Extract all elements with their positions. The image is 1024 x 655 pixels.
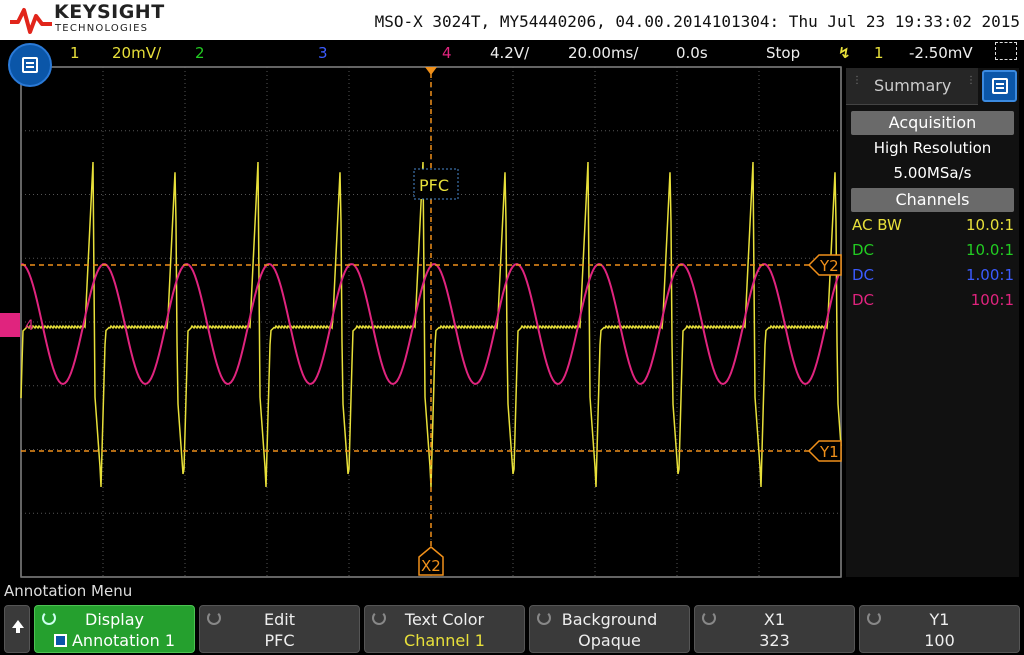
menu-up-button[interactable] bbox=[4, 605, 30, 653]
softkey-text-color[interactable]: Text Color Channel 1 bbox=[364, 605, 525, 653]
sample-rate: 5.00MSa/s bbox=[893, 164, 972, 182]
ch1-number[interactable]: 1 bbox=[70, 44, 80, 62]
summary-tab-label: Summary bbox=[874, 76, 952, 95]
svg-text:Y1: Y1 bbox=[819, 443, 839, 461]
ch4-number[interactable]: 4 bbox=[442, 44, 452, 62]
touch-zoom-icon[interactable] bbox=[995, 42, 1017, 60]
channel-row-3: DC 1.00:1 bbox=[852, 266, 1014, 284]
ch1-scale[interactable]: 20mV/ bbox=[112, 44, 161, 62]
header-bar: KEYSIGHT TECHNOLOGIES MSO-X 3024T, MY544… bbox=[0, 0, 1024, 40]
svg-text:PFC: PFC bbox=[419, 176, 449, 195]
softkey-x1[interactable]: X1 323 bbox=[694, 605, 855, 653]
brand-name: KEYSIGHT bbox=[54, 1, 165, 23]
svg-text:Y2: Y2 bbox=[819, 257, 839, 275]
waveform-display[interactable]: Y2 Y1 X2 PFC 4 bbox=[0, 66, 842, 578]
menu-title: Annotation Menu bbox=[4, 582, 133, 600]
cursor-x2-tag[interactable]: X2 bbox=[418, 546, 444, 576]
ch4-scale[interactable]: 4.2V/ bbox=[490, 44, 529, 62]
up-arrow-icon bbox=[12, 620, 24, 633]
svg-text:X2: X2 bbox=[421, 557, 441, 575]
svg-text:4: 4 bbox=[25, 318, 34, 334]
softkey-edit[interactable]: Edit PFC bbox=[199, 605, 360, 653]
checkbox-icon bbox=[53, 634, 67, 647]
trigger-position-marker[interactable] bbox=[425, 67, 437, 75]
acquisition-mode: High Resolution bbox=[873, 139, 992, 157]
softkey-background[interactable]: Background Opaque bbox=[529, 605, 690, 653]
summary-tab[interactable]: ⋮ Summary ⋮ bbox=[846, 68, 978, 105]
trigger-level[interactable]: -2.50mV bbox=[909, 44, 973, 62]
softkey-bar: Annotation Menu Display Annotation 1 Edi… bbox=[0, 580, 1024, 655]
channel-row-4: DC 100:1 bbox=[852, 291, 1014, 309]
trigger-edge-icon: ↯ bbox=[838, 44, 851, 62]
timebase[interactable]: 20.00ms/ bbox=[568, 44, 638, 62]
annotation-box[interactable]: PFC bbox=[413, 168, 459, 200]
ch4-ground-marker[interactable]: 4 bbox=[0, 313, 34, 337]
brand-subtitle: TECHNOLOGIES bbox=[55, 23, 149, 34]
acquisition-header: Acquisition bbox=[851, 111, 1014, 135]
trigger-delay[interactable]: 0.0s bbox=[676, 44, 708, 62]
softkey-y1[interactable]: Y1 100 bbox=[859, 605, 1020, 653]
instrument-info: MSO-X 3024T, MY54440206, 04.00.201410130… bbox=[374, 12, 1020, 31]
panel-menu-button[interactable] bbox=[982, 70, 1017, 102]
menu-icon bbox=[22, 57, 38, 73]
status-bar: 1 20mV/ 2 3 4 4.2V/ 20.00ms/ 0.0s Stop ↯… bbox=[0, 40, 1024, 66]
grip-icon: ⋮ bbox=[966, 75, 976, 86]
softkey-display[interactable]: Display Annotation 1 bbox=[34, 605, 195, 653]
main-menu-button[interactable] bbox=[8, 43, 52, 87]
trigger-source[interactable]: 1 bbox=[874, 44, 884, 62]
channel-row-1: AC BW 10.0:1 bbox=[852, 216, 1014, 234]
channels-header: Channels bbox=[851, 188, 1014, 212]
side-panel: ⋮ Summary ⋮ Acquisition High Resolution … bbox=[846, 68, 1019, 577]
cursor-y1-tag[interactable]: Y1 bbox=[807, 440, 842, 462]
grip-icon: ⋮ bbox=[852, 75, 862, 86]
run-state[interactable]: Stop bbox=[766, 44, 800, 62]
channel-row-2: DC 10.0:1 bbox=[852, 241, 1014, 259]
menu-icon bbox=[992, 78, 1008, 94]
ch2-number[interactable]: 2 bbox=[195, 44, 205, 62]
ch3-number[interactable]: 3 bbox=[318, 44, 328, 62]
